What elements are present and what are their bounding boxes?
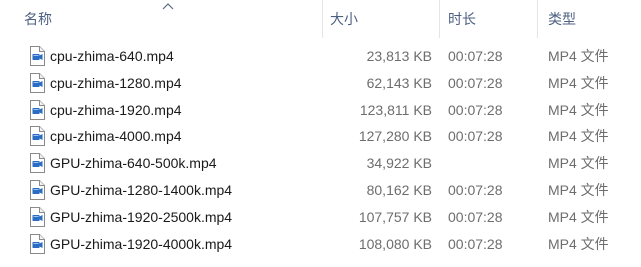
- file-type: MP4 文件: [548, 101, 609, 118]
- file-type: MP4 文件: [548, 181, 609, 198]
- file-duration: 00:07:28: [448, 74, 503, 91]
- file-name: GPU-zhima-1920-2500k.mp4: [50, 208, 233, 225]
- column-header-name[interactable]: 名称: [24, 0, 322, 38]
- file-type: MP4 文件: [548, 155, 609, 172]
- file-duration: 00:07:28: [448, 181, 503, 198]
- file-name: GPU-zhima-1920-4000k.mp4: [50, 235, 233, 252]
- file-duration: 00:07:28: [448, 101, 503, 118]
- file-size: 108,080 KB: [358, 235, 432, 252]
- file-list: cpu-zhima-640.mp4 23,813 KB 00:07:28 MP4 文件…: [0, 43, 641, 257]
- video-file-icon: [30, 72, 45, 93]
- video-file-icon: [30, 46, 45, 66]
- column-divider[interactable]: [439, 0, 440, 38]
- file-duration: 00:07:28: [448, 48, 503, 64]
- column-divider[interactable]: [322, 0, 323, 38]
- video-file-icon: [30, 233, 45, 254]
- column-header-duration[interactable]: 时长: [448, 0, 536, 38]
- file-size: 80,162 KB: [366, 181, 432, 198]
- column-header-type[interactable]: 类型: [548, 0, 638, 38]
- file-row[interactable]: GPU-zhima-1920-4000k.mp4 108,080 KB 00:07:…: [0, 231, 641, 258]
- column-divider[interactable]: [537, 0, 538, 38]
- video-file-icon: [30, 126, 45, 147]
- file-row[interactable]: GPU-zhima-640-500k.mp4 34,922 KB MP4 文件: [0, 150, 641, 177]
- file-name: cpu-zhima-1280.mp4: [50, 74, 182, 91]
- file-duration: 00:07:28: [448, 208, 503, 225]
- file-size: 34,922 KB: [366, 155, 432, 172]
- file-name: cpu-zhima-640.mp4: [50, 48, 174, 64]
- column-header-size[interactable]: 大小: [330, 0, 438, 38]
- file-type: MP4 文件: [548, 128, 609, 145]
- file-row[interactable]: cpu-zhima-1280.mp4 62,143 KB 00:07:28 MP4 文…: [0, 70, 641, 97]
- video-file-icon: [30, 206, 45, 227]
- file-type: MP4 文件: [548, 235, 609, 252]
- column-header-bar: 名称 大小 时长 类型: [0, 0, 641, 38]
- file-type: MP4 文件: [548, 208, 609, 225]
- video-file-icon: [30, 179, 45, 200]
- file-row[interactable]: cpu-zhima-1920.mp4 123,811 KB 00:07:28 MP4 …: [0, 97, 641, 124]
- file-name: GPU-zhima-1280-1400k.mp4: [50, 181, 233, 198]
- video-file-icon: [30, 153, 45, 174]
- file-row[interactable]: cpu-zhima-4000.mp4 127,280 KB 00:07:28 MP4 …: [0, 123, 641, 150]
- file-name: GPU-zhima-640-500k.mp4: [50, 155, 217, 172]
- video-file-icon: [30, 99, 45, 120]
- file-name: cpu-zhima-4000.mp4: [50, 128, 182, 145]
- file-row[interactable]: cpu-zhima-640.mp4 23,813 KB 00:07:28 MP4 文件: [0, 43, 641, 70]
- file-size: 123,811 KB: [359, 101, 432, 118]
- file-type: MP4 文件: [548, 74, 609, 91]
- file-duration: 00:07:28: [448, 235, 503, 252]
- file-type: MP4 文件: [548, 48, 609, 64]
- file-row[interactable]: GPU-zhima-1280-1400k.mp4 80,162 KB 00:07:2…: [0, 177, 641, 204]
- file-duration: 00:07:28: [448, 128, 503, 145]
- file-row[interactable]: GPU-zhima-1920-2500k.mp4 107,757 KB 00:07:…: [0, 204, 641, 231]
- file-name: cpu-zhima-1920.mp4: [50, 101, 182, 118]
- file-size: 107,757 KB: [358, 208, 432, 225]
- file-size: 62,143 KB: [366, 74, 432, 91]
- file-size: 127,280 KB: [358, 128, 432, 145]
- file-size: 23,813 KB: [366, 48, 432, 64]
